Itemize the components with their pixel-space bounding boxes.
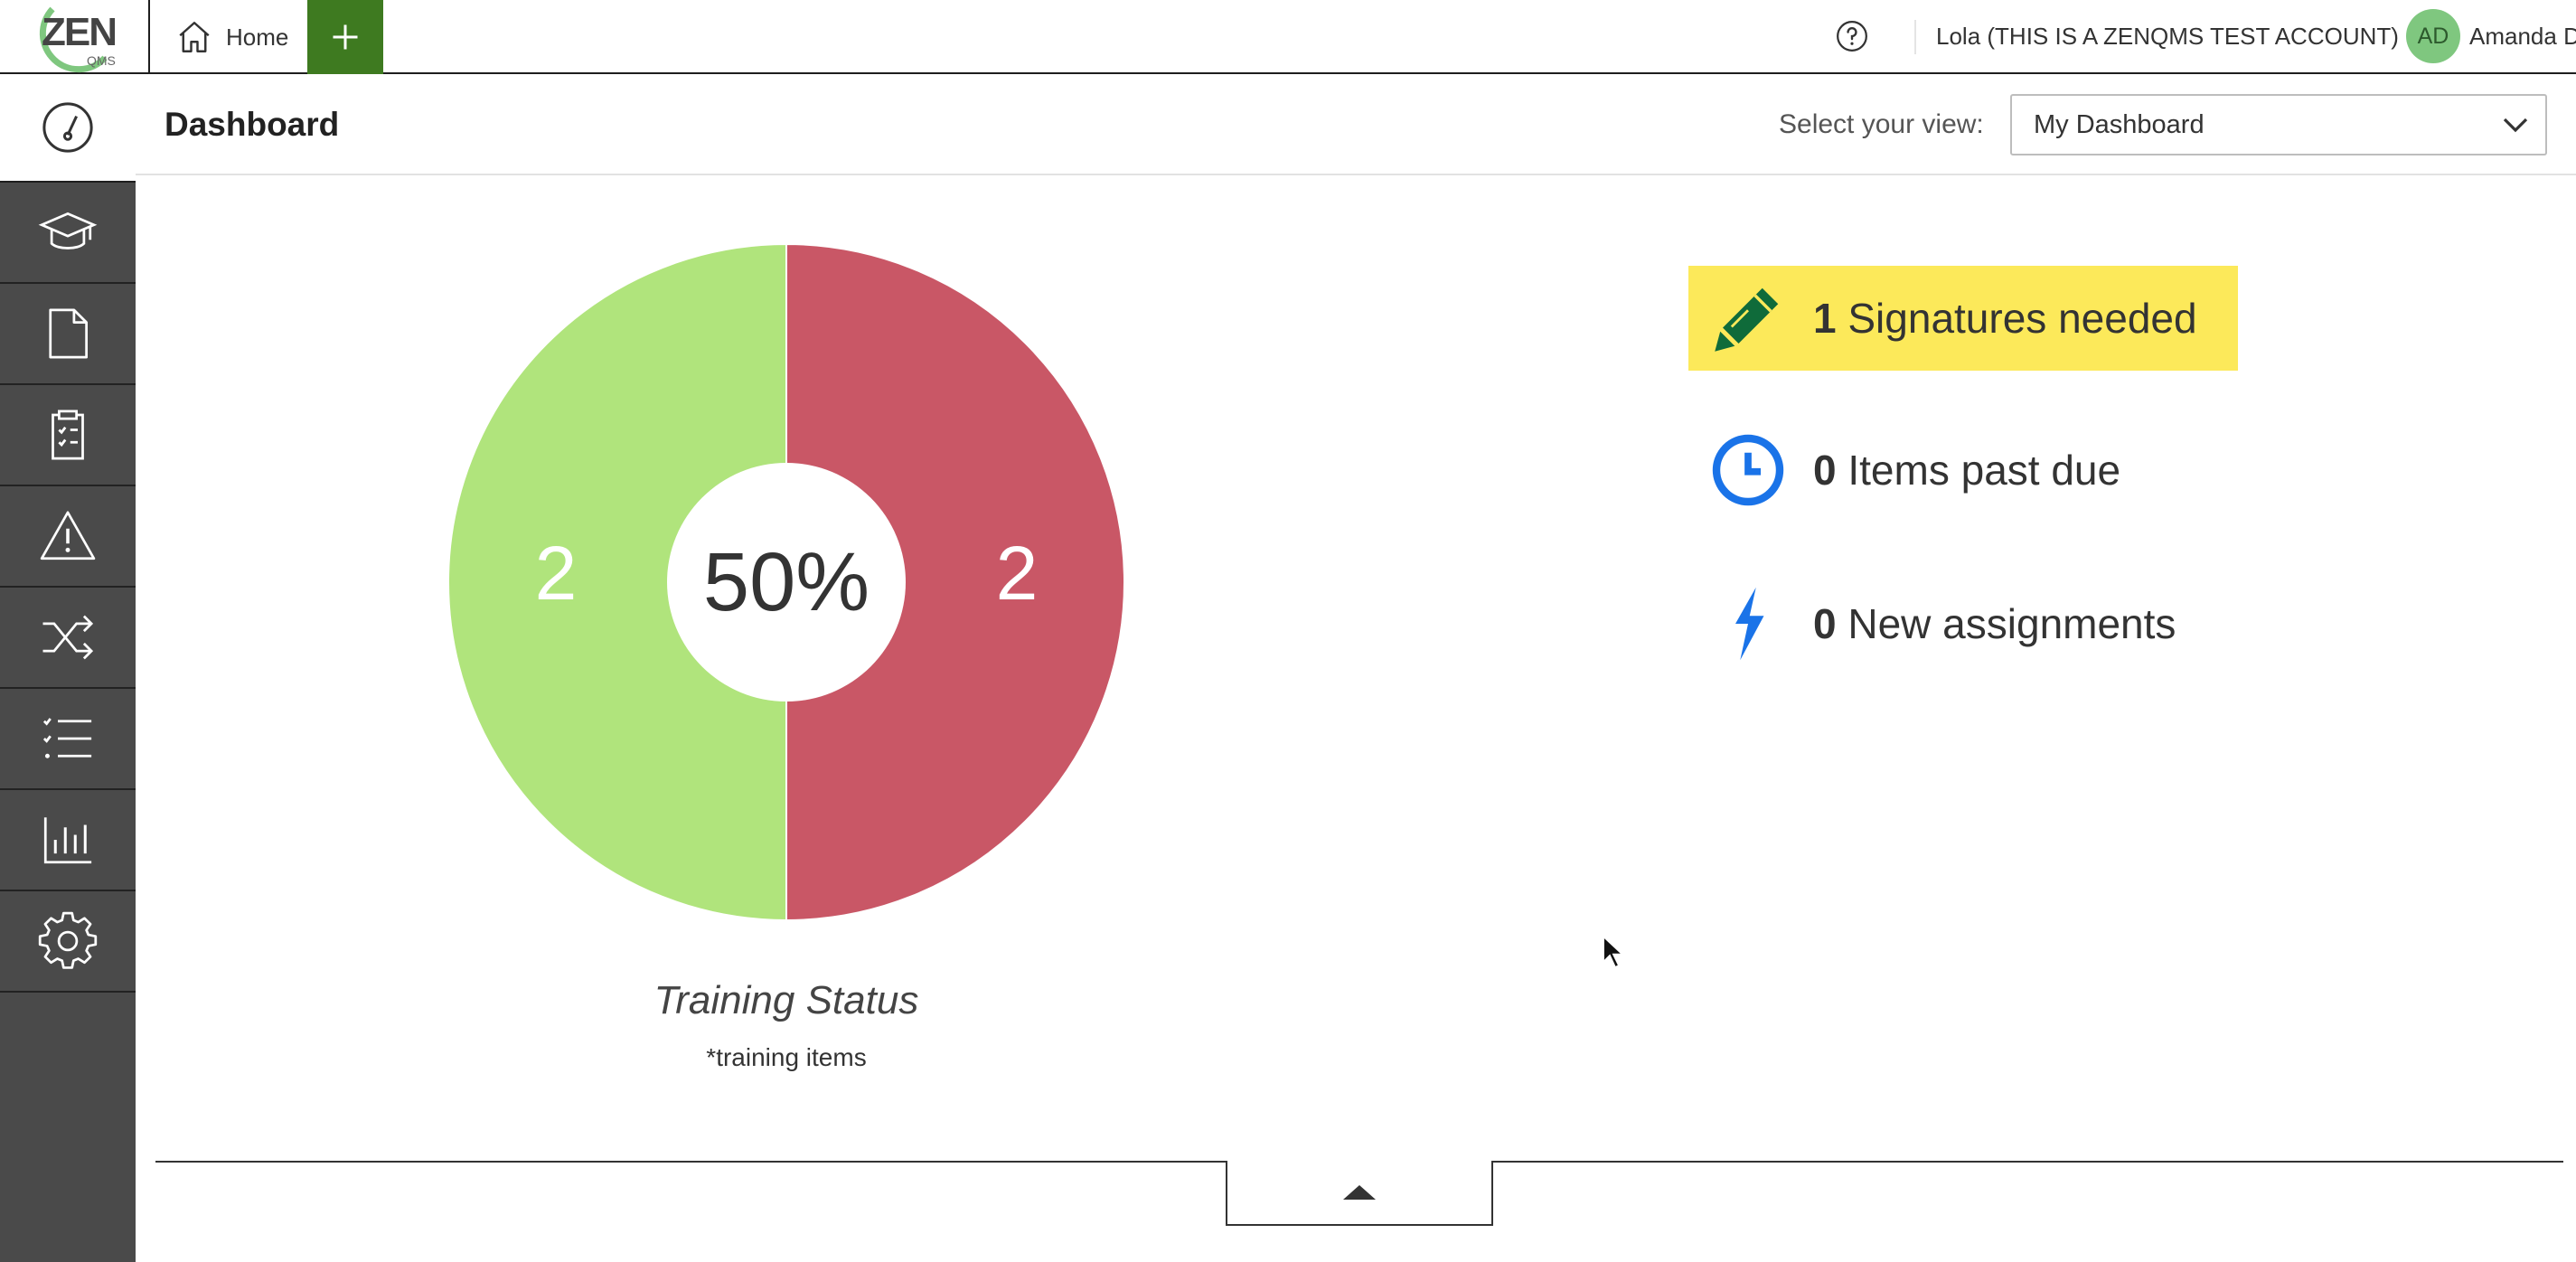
sidebar-item-change-control[interactable]	[0, 588, 136, 689]
clock-icon-wrap	[1694, 418, 1802, 523]
topbar-divider	[1914, 20, 1916, 54]
clock-icon	[1712, 434, 1784, 506]
logo-subtext: QMS	[87, 53, 116, 68]
home-tab-label: Home	[226, 23, 289, 51]
shuffle-icon	[42, 615, 94, 660]
lightning-icon	[1735, 587, 1764, 661]
assignments-count: 0	[1813, 600, 1837, 647]
sidebar	[0, 74, 136, 1262]
page-title: Dashboard	[165, 106, 340, 143]
pencil-icon	[1715, 287, 1779, 352]
help-icon[interactable]	[1835, 19, 1869, 53]
signature-icon-wrap	[1694, 266, 1802, 371]
signatures-needed-text: 1 Signatures needed	[1813, 294, 2197, 343]
bar-chart-icon	[43, 817, 92, 864]
items-past-due-row[interactable]: 0 Items past due	[1688, 418, 2120, 523]
user-name[interactable]: Amanda D	[2469, 0, 2576, 72]
zenqms-logo[interactable]: ZEN QMS	[0, 0, 150, 74]
bolt-icon-wrap	[1694, 571, 1802, 676]
signatures-count: 1	[1813, 295, 1837, 342]
warning-icon	[40, 511, 96, 560]
add-button[interactable]	[307, 0, 383, 74]
training-icon	[38, 212, 98, 250]
mouse-pointer	[1603, 935, 1625, 969]
gear-icon	[38, 911, 98, 969]
sidebar-item-training[interactable]	[0, 183, 136, 284]
caret-up-icon	[1343, 1185, 1376, 1200]
clipboard-icon	[52, 410, 84, 460]
view-select[interactable]: My Dashboard	[2010, 94, 2547, 155]
plus-icon	[333, 24, 358, 50]
chart-title: Training Status	[653, 978, 919, 1022]
sidebar-item-settings[interactable]	[0, 891, 136, 993]
home-icon	[179, 22, 210, 52]
assignments-label: New assignments	[1847, 600, 2176, 647]
new-assignments-row[interactable]: 0 New assignments	[1688, 571, 2176, 676]
past-due-label: Items past due	[1847, 447, 2121, 494]
page-header: Dashboard Select your view: My Dashboard	[136, 74, 2576, 175]
logo-mark: ZEN QMS	[39, 6, 118, 73]
view-select-value: My Dashboard	[2034, 110, 2205, 139]
past-due-count: 0	[1813, 447, 1837, 494]
view-select-label: Select your view:	[1779, 109, 1984, 139]
chart-subtitle: *training items	[706, 1043, 867, 1071]
signatures-label: Signatures needed	[1847, 295, 2197, 342]
checklist-icon	[42, 718, 92, 758]
top-bar: ZEN QMS Home Lola (THIS IS A ZENQMS TEST…	[0, 0, 2576, 74]
sidebar-item-reports[interactable]	[0, 790, 136, 891]
signatures-needed-card[interactable]: 1 Signatures needed	[1688, 266, 2238, 371]
donut-center-label: 50%	[702, 536, 870, 628]
chevron-down-icon	[2503, 118, 2528, 133]
donut-slice-label-1: 2	[534, 531, 578, 616]
sidebar-item-issues[interactable]	[0, 486, 136, 588]
document-icon	[49, 308, 88, 359]
avatar[interactable]: AD	[2406, 9, 2460, 63]
items-past-due-text: 0 Items past due	[1813, 446, 2120, 494]
sidebar-item-documents[interactable]	[0, 284, 136, 385]
dashboard-icon	[42, 102, 93, 153]
home-tab[interactable]: Home	[150, 0, 307, 74]
logo-text: ZEN	[42, 10, 116, 54]
sidebar-item-dashboard[interactable]	[0, 74, 136, 183]
account-switcher[interactable]: Lola (THIS IS A ZENQMS TEST ACCOUNT)	[1936, 0, 2399, 72]
new-assignments-text: 0 New assignments	[1813, 599, 2176, 648]
sidebar-item-tasks[interactable]	[0, 385, 136, 486]
sidebar-item-checklists[interactable]	[0, 689, 136, 790]
collapse-panel-button[interactable]	[1226, 1161, 1493, 1226]
donut-slice-label-2: 2	[995, 531, 1039, 616]
